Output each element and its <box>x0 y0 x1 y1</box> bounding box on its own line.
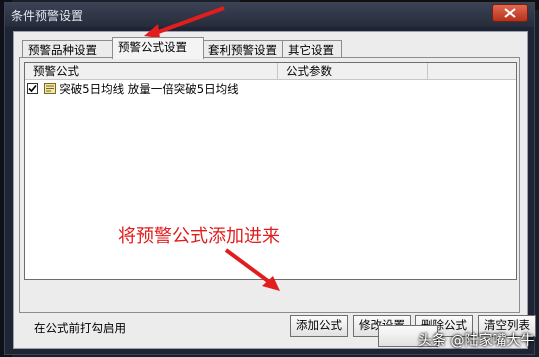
tab-label: 预警公式设置 <box>118 40 187 54</box>
watermark: 头条 @陆家嘴大牛 <box>418 333 535 349</box>
annotation-arrows <box>144 6 280 291</box>
arrow-to-add-button <box>224 248 274 286</box>
annotation-label: 将预警公式添加进来 <box>118 226 280 247</box>
arrow-head-icon <box>144 24 160 38</box>
arrow-to-tab <box>149 6 225 37</box>
tab-formula-settings[interactable]: 预警公式设置 <box>112 37 204 59</box>
